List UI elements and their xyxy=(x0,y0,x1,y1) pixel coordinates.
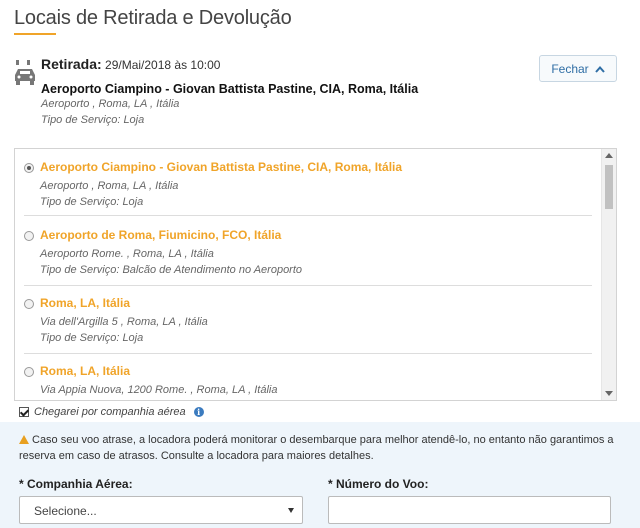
pickup-address: Aeroporto , Roma, LA , Itália xyxy=(41,98,180,110)
location-radio[interactable] xyxy=(24,163,34,173)
pickup-label: Retirada: xyxy=(41,56,102,72)
location-name[interactable]: Roma, LA, Itália xyxy=(40,296,130,310)
info-icon[interactable]: i xyxy=(193,407,204,417)
divider xyxy=(24,353,592,354)
warning-text: Caso seu voo atrase, a locadora poderá m… xyxy=(19,434,614,462)
location-name[interactable]: Roma, LA, Itália xyxy=(40,364,130,378)
location-service: Tipo de Serviço: Balcão de Atendimento n… xyxy=(40,264,303,276)
list-scrollbar[interactable] xyxy=(601,149,616,400)
location-name[interactable]: Aeroporto Ciampino - Giovan Battista Pas… xyxy=(40,160,402,174)
warning-icon xyxy=(19,435,29,444)
scroll-down-arrow-icon[interactable] xyxy=(605,391,613,396)
locations-list[interactable]: Aeroporto Ciampino - Giovan Battista Pas… xyxy=(14,148,617,401)
pickup-datetime: 29/Mai/2018 às 10:00 xyxy=(105,58,221,72)
divider xyxy=(24,285,592,286)
pickup-header: Retirada: 29/Mai/2018 às 10:00 xyxy=(41,56,220,72)
chevron-up-icon xyxy=(594,65,605,73)
page-title: Locais de Retirada e Devolução xyxy=(14,7,292,29)
location-address: Aeroporto Rome. , Roma, LA , Itália xyxy=(40,248,214,260)
location-address: Aeroporto , Roma, LA , Itália xyxy=(40,180,179,192)
location-address: Via Appia Nuova, 1200 Rome. , Roma, LA ,… xyxy=(40,384,278,396)
location-service: Tipo de Serviço: Loja xyxy=(40,332,144,344)
caret-down-icon xyxy=(288,508,294,513)
delay-warning: Caso seu voo atrase, a locadora poderá m… xyxy=(19,432,619,464)
pickup-service: Tipo de Serviço: Loja xyxy=(41,114,145,126)
location-radio[interactable] xyxy=(24,367,34,377)
airline-checkbox-row[interactable]: Chegarei por companhia aérea i xyxy=(19,406,204,418)
airline-checkbox[interactable] xyxy=(19,407,29,417)
airline-label: * Companhia Aérea: xyxy=(19,477,133,491)
airline-select-value: Selecione... xyxy=(34,504,97,518)
location-address: Via dell'Argilla 5 , Roma, LA , Itália xyxy=(40,316,208,328)
location-name[interactable]: Aeroporto de Roma, Fiumicino, FCO, Itáli… xyxy=(40,228,281,242)
flight-number-input[interactable] xyxy=(328,496,611,524)
airline-select[interactable]: Selecione... xyxy=(19,496,303,524)
divider xyxy=(24,215,592,216)
title-underline xyxy=(14,33,56,35)
car-icon xyxy=(15,60,35,85)
scroll-thumb[interactable] xyxy=(605,165,613,209)
close-button-label: Fechar xyxy=(551,61,589,76)
close-button[interactable]: Fechar xyxy=(539,55,617,82)
flight-number-label: * Número do Voo: xyxy=(328,477,429,491)
location-radio[interactable] xyxy=(24,231,34,241)
airline-checkbox-label[interactable]: Chegarei por companhia aérea xyxy=(34,406,186,418)
pickup-location: Aeroporto Ciampino - Giovan Battista Pas… xyxy=(41,82,419,96)
location-radio[interactable] xyxy=(24,299,34,309)
location-service: Tipo de Serviço: Loja xyxy=(40,196,144,208)
scroll-up-arrow-icon[interactable] xyxy=(605,153,613,158)
